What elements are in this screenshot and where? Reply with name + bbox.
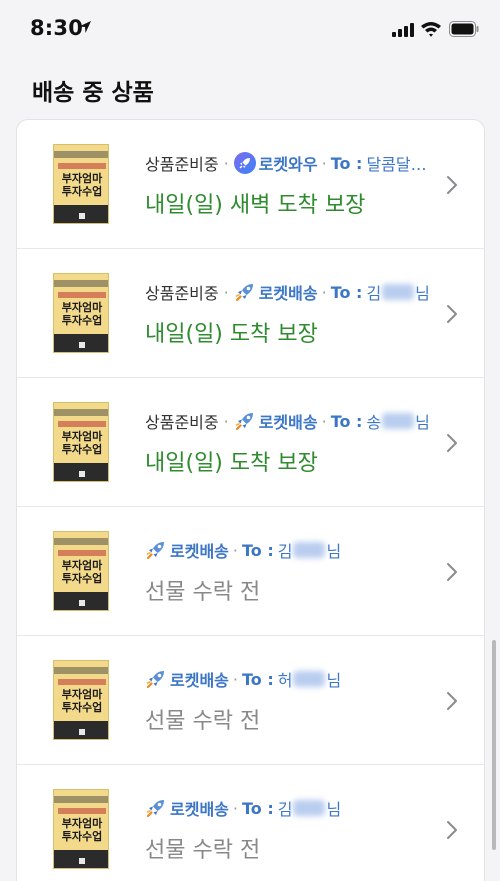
rocket-wow-icon	[233, 152, 256, 174]
recipient-honorific: 님	[415, 413, 430, 432]
shipment-row[interactable]: 부자엄마 투자수업 로켓배송 · To : 김 님선물 수락 전	[17, 507, 484, 636]
recipient-name-prefix: 허	[277, 671, 293, 690]
book-cover-title-line2: 투자수업	[61, 314, 103, 327]
battery-icon	[449, 21, 479, 37]
book-cover-title-line2: 투자수업	[61, 572, 103, 585]
delivery-promise-text: 내일(일) 도착 보장	[145, 451, 318, 476]
recipient-name-blurred	[382, 413, 415, 429]
order-state: 상품준비중	[145, 413, 219, 432]
recipient-honorific: 님	[326, 671, 342, 690]
book-cover-thumbnail: 부자엄마 투자수업	[53, 144, 109, 224]
recipient-name-prefix: 달콤달…	[366, 155, 427, 174]
recipient-to-label: To :	[330, 282, 363, 302]
chevron-right-icon[interactable]	[445, 690, 459, 712]
shipment-row[interactable]: 부자엄마 투자수업 상품준비중 · 로켓와우 · To : 달콤달… 내일(일) 새벽 도착 보…	[17, 120, 484, 249]
book-cover-thumbnail: 부자엄마 투자수업	[53, 789, 109, 869]
book-cover-thumbnail: 부자엄마 투자수업	[53, 531, 109, 611]
book-cover-title-line1: 부자엄마	[61, 559, 103, 572]
book-cover-title-line2: 투자수업	[61, 830, 103, 843]
book-cover-title-line2: 투자수업	[61, 443, 103, 456]
separator-dot: ·	[223, 282, 229, 302]
separator-dot: ·	[232, 669, 238, 689]
rocket-icon	[235, 284, 253, 302]
delivery-service-label: 로켓배송	[258, 413, 318, 432]
recipient-name-prefix: 송	[366, 413, 382, 432]
rocket-icon	[235, 413, 253, 431]
separator-dot: ·	[321, 411, 327, 431]
recipient-name-blurred	[293, 800, 326, 816]
book-cover-title-line1: 부자엄마	[61, 301, 103, 314]
shipping-list: 부자엄마 투자수업 상품준비중 · 로켓와우 · To : 달콤달… 내일(일) 새벽 도착 보…	[16, 119, 485, 881]
shipment-meta: 상품준비중 · 로켓배송 · To :김님	[145, 280, 430, 304]
location-arrow-icon	[79, 21, 91, 33]
delivery-promise-text: 내일(일) 새벽 도착 보장	[145, 193, 366, 218]
book-cover-title-line1: 부자엄마	[61, 688, 103, 701]
shipment-meta: 로켓배송 · To :김 님	[145, 796, 341, 820]
delivery-promise-text: 내일(일) 도착 보장	[145, 322, 318, 347]
separator-dot: ·	[321, 153, 327, 173]
separator-dot: ·	[232, 798, 238, 818]
recipient-to-label: To :	[330, 153, 363, 173]
shipment-row[interactable]: 부자엄마 투자수업 로켓배송 · To : 허 님선물 수락 전	[17, 636, 484, 765]
separator-dot: ·	[232, 540, 238, 560]
rocket-icon	[146, 542, 164, 560]
rocket-icon	[146, 800, 164, 818]
gift-status-text: 선물 수락 전	[145, 580, 261, 605]
shipment-row[interactable]: 부자엄마 투자수업 상품준비중 · 로켓배송 · To : 김 님 내일(일) 도착 보장	[17, 249, 484, 378]
book-cover-thumbnail: 부자엄마 투자수업	[53, 402, 109, 482]
book-cover-thumbnail: 부자엄마 투자수업	[53, 273, 109, 353]
separator-dot: ·	[321, 282, 327, 302]
book-cover-title-line2: 투자수업	[61, 185, 103, 198]
gift-status-text: 선물 수락 전	[145, 709, 261, 734]
shipment-row[interactable]: 부자엄마 투자수업 로켓배송 · To : 김 님선물 수락 전	[17, 765, 484, 881]
chevron-right-icon[interactable]	[445, 561, 459, 583]
chevron-right-icon[interactable]	[445, 303, 459, 325]
recipient-name-blurred	[293, 671, 326, 687]
delivery-service-label: 로켓배송	[258, 284, 318, 303]
recipient-to-label: To :	[241, 798, 274, 818]
recipient-name-blurred	[382, 284, 415, 300]
status-time: 8:30	[30, 16, 84, 40]
shipment-meta: 로켓배송 · To :허 님	[145, 667, 341, 691]
order-state: 상품준비중	[145, 284, 219, 303]
recipient-to-label: To :	[241, 669, 274, 689]
book-cover-title-line2: 투자수업	[61, 701, 103, 714]
wifi-icon	[421, 22, 441, 37]
separator-dot: ·	[223, 411, 229, 431]
book-cover-thumbnail: 부자엄마 투자수업	[53, 660, 109, 740]
status-bar: 8:30	[0, 0, 500, 58]
gift-status-text: 선물 수락 전	[145, 838, 261, 863]
recipient-name-prefix: 김	[277, 542, 293, 561]
book-cover-title-line1: 부자엄마	[61, 430, 103, 443]
rocket-icon	[146, 671, 164, 689]
recipient-honorific: 님	[326, 542, 342, 561]
recipient-name-prefix: 김	[277, 800, 293, 819]
chevron-right-icon[interactable]	[445, 174, 459, 196]
shipment-meta: 상품준비중 · 로켓배송 · To :송님	[145, 409, 430, 433]
separator-dot: ·	[223, 153, 229, 173]
recipient-to-label: To :	[330, 411, 363, 431]
recipient-to-label: To :	[241, 540, 274, 560]
book-cover-title-line1: 부자엄마	[61, 172, 103, 185]
cellular-signal-icon	[392, 23, 414, 37]
order-state: 상품준비중	[145, 155, 219, 174]
shipment-meta: 상품준비중 · 로켓와우 · To : 달콤달…	[145, 151, 427, 175]
chevron-right-icon[interactable]	[445, 819, 459, 841]
scroll-indicator[interactable]	[492, 640, 496, 850]
recipient-name-prefix: 김	[366, 284, 382, 303]
shipment-meta: 로켓배송 · To :김 님	[145, 538, 341, 562]
chevron-right-icon[interactable]	[445, 432, 459, 454]
section-title: 배송 중 상품	[32, 80, 154, 106]
delivery-service-label: 로켓배송	[170, 671, 229, 690]
delivery-service-label: 로켓와우	[258, 155, 318, 174]
recipient-honorific: 님	[326, 800, 342, 819]
shipment-row[interactable]: 부자엄마 투자수업 상품준비중 · 로켓배송 · To : 송 님 내일(일) 도착 보장	[17, 378, 484, 507]
recipient-name-blurred	[293, 542, 326, 558]
delivery-service-label: 로켓배송	[170, 542, 229, 561]
delivery-service-label: 로켓배송	[170, 800, 229, 819]
book-cover-title-line1: 부자엄마	[61, 817, 103, 830]
recipient-honorific: 님	[415, 284, 430, 303]
